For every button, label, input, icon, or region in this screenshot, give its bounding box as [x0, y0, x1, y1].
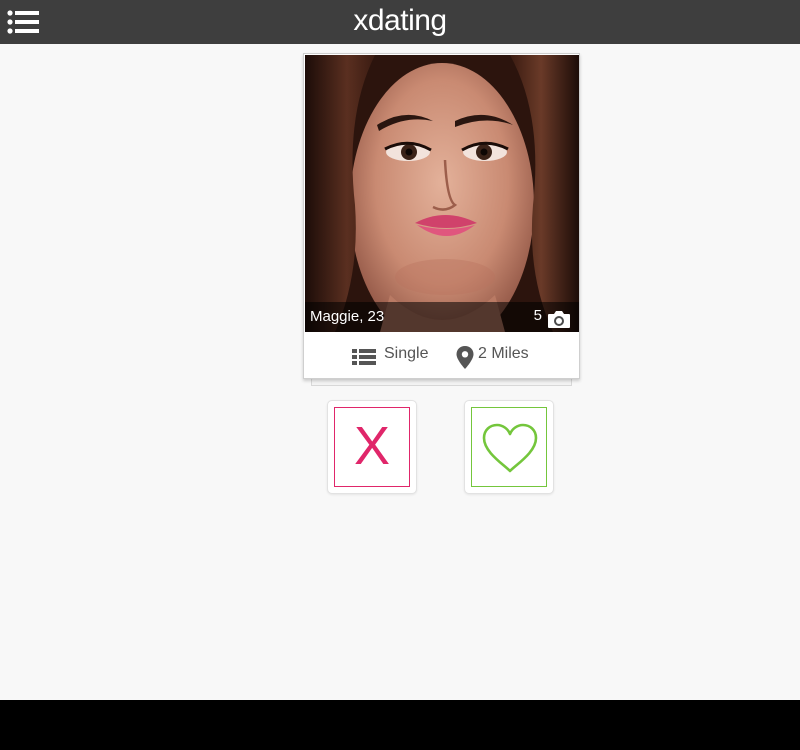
camera-icon[interactable] [547, 309, 571, 329]
reject-button-frame: X [334, 407, 410, 487]
distance-label: 2 Miles [478, 345, 529, 362]
like-button-frame [471, 407, 547, 487]
list-icon [352, 349, 376, 365]
bottom-black-bar [0, 700, 800, 750]
profile-photo-image [305, 55, 579, 332]
x-icon: X [353, 416, 391, 476]
photo-count: 5 [533, 307, 542, 324]
profile-name-age: Maggie, 23 [310, 308, 385, 325]
photo-caption: Maggie, 23 5 [305, 302, 579, 332]
relationship-status: Single [384, 345, 429, 362]
app-screen: xdating Maggie, 23 5 Single 2 Miles X [0, 0, 800, 700]
reject-button[interactable]: X [327, 400, 417, 494]
profile-info-row: Single 2 Miles [304, 333, 579, 378]
profile-card[interactable]: Maggie, 23 5 Single 2 Miles [303, 53, 580, 379]
like-button[interactable] [464, 400, 554, 494]
map-pin-icon [456, 346, 474, 369]
top-bar: xdating [0, 0, 800, 44]
heart-icon [482, 423, 538, 473]
app-title: xdating [353, 4, 447, 37]
profile-photo[interactable]: Maggie, 23 5 [305, 55, 579, 332]
